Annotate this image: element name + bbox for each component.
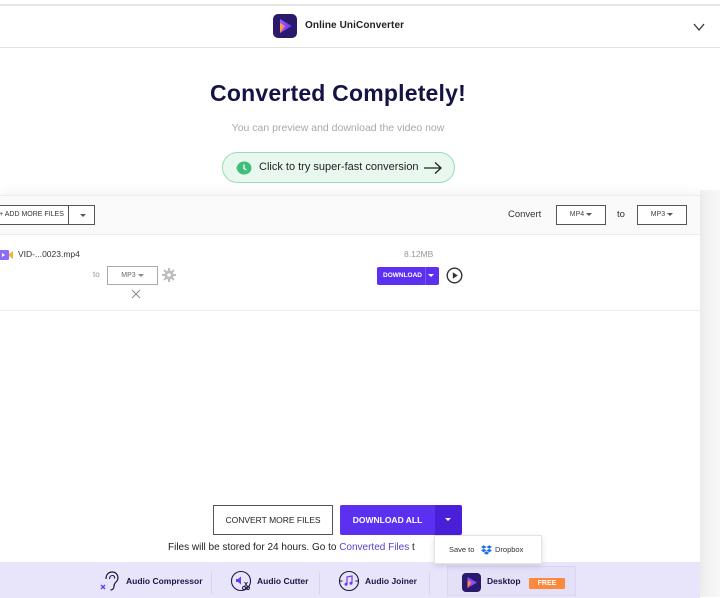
- file-target-format-select[interactable]: MP3: [107, 266, 158, 285]
- file-to-label: to: [93, 270, 100, 279]
- super-fast-conversion-button[interactable]: Click to try super-fast conversion: [222, 152, 455, 183]
- save-to-label: Save to: [449, 545, 475, 554]
- storage-info-text: Files will be stored for 24 hours. Go to: [168, 542, 340, 553]
- video-file-icon: [0, 250, 13, 260]
- download-all-button[interactable]: DOWNLOAD ALL: [340, 505, 435, 535]
- page-subtitle: You can preview and download the video n…: [231, 122, 445, 134]
- caret-down-icon: [80, 214, 86, 217]
- tool-divider: [319, 572, 320, 594]
- caret-down-icon: [445, 518, 451, 521]
- save-to-dropbox-menu-item[interactable]: Save to Dropbox: [434, 535, 542, 564]
- brand-name[interactable]: Online UniConverter: [305, 20, 404, 31]
- music-note-icon: [338, 570, 360, 592]
- file-row: VID-...0023.mp4 8.12MB to MP3 DOWNLOAD: [0, 235, 700, 311]
- download-label: DOWNLOAD: [383, 272, 422, 279]
- download-all-dropdown-button[interactable]: [435, 505, 462, 535]
- chevron-down-icon[interactable]: [692, 20, 706, 34]
- file-target-format-value: MP3: [121, 272, 136, 279]
- convert-more-files-button[interactable]: CONVERT MORE FILES: [213, 505, 333, 535]
- free-badge: FREE: [529, 578, 565, 589]
- clock-icon: [236, 161, 252, 175]
- site-header: Online UniConverter: [0, 7, 720, 48]
- converter-toolbar: + ADD MORE FILES Convert MP4 to MP3: [0, 196, 700, 235]
- add-files-dropdown-button[interactable]: [68, 205, 95, 225]
- caret-down-icon: [586, 212, 593, 216]
- caret-down-icon: [137, 273, 144, 277]
- to-label: to: [617, 209, 625, 220]
- browser-top-strip: [0, 0, 720, 6]
- tool-divider: [429, 572, 430, 594]
- dropbox-label: Dropbox: [495, 545, 524, 554]
- tools-footer: Audio Compressor Audio Cutter Audio Join: [0, 562, 700, 598]
- desktop-download-promo[interactable]: Desktop FREE: [447, 566, 576, 596]
- remove-file-icon[interactable]: [131, 289, 141, 299]
- desktop-label: Desktop: [487, 576, 521, 586]
- from-format-value: MP4: [569, 211, 585, 218]
- convert-label: Convert: [508, 209, 542, 220]
- download-button[interactable]: DOWNLOAD: [377, 267, 439, 285]
- to-format-select[interactable]: MP3: [637, 205, 687, 225]
- caret-down-icon[interactable]: [428, 274, 434, 277]
- converted-files-link[interactable]: Converted Files: [339, 542, 409, 553]
- play-preview-icon[interactable]: [446, 267, 463, 284]
- storage-info: Files will be stored for 24 hours. Go to…: [168, 542, 415, 553]
- file-size: 8.12MB: [404, 249, 434, 259]
- arrow-right-icon: [424, 162, 442, 174]
- card-shadow: [700, 190, 720, 597]
- converter-card: + ADD MORE FILES Convert MP4 to MP3 VID-…: [0, 195, 700, 598]
- gear-icon[interactable]: [162, 268, 176, 282]
- to-format-value: MP3: [650, 211, 666, 218]
- download-divider: [425, 267, 426, 285]
- uniconverter-logo-icon[interactable]: [273, 14, 297, 38]
- dropbox-icon: [481, 545, 492, 555]
- tool-label: Audio Joiner: [365, 576, 417, 586]
- storage-info-tail: t: [409, 542, 415, 553]
- desktop-app-logo-icon: [462, 573, 481, 592]
- ear-icon: [100, 571, 119, 591]
- audio-cutter-icon: [230, 570, 252, 592]
- file-name: VID-...0023.mp4: [18, 249, 80, 259]
- caret-down-icon: [667, 212, 674, 216]
- from-format-select[interactable]: MP4: [556, 205, 606, 225]
- tool-divider: [211, 572, 212, 594]
- tool-label: Audio Compressor: [126, 576, 203, 586]
- page-title: Converted Completely!: [210, 80, 466, 106]
- super-fast-label: Click to try super-fast conversion: [259, 161, 419, 173]
- add-more-files-button[interactable]: + ADD MORE FILES: [0, 205, 68, 225]
- tool-label: Audio Cutter: [257, 576, 309, 586]
